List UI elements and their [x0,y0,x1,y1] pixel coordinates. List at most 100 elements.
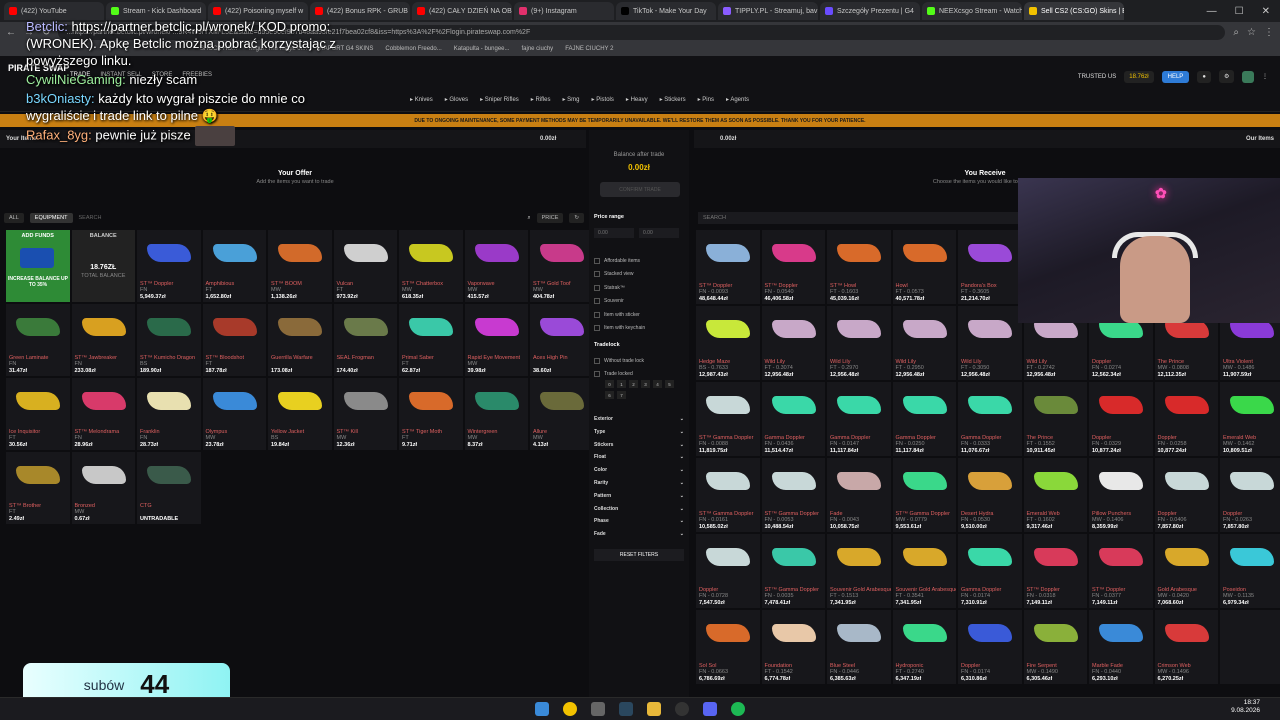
refresh-icon[interactable]: ↻ [569,213,584,223]
browser-tab[interactable]: Szczegóły Prezentu | G4 [820,2,920,20]
app-icon[interactable] [591,702,605,716]
item-card[interactable]: ST™ Gamma Doppler FN - 0.0035 7,478.41zł [761,534,825,608]
browser-tab[interactable]: NEEXcsgo Stream - Watch [922,2,1022,20]
filter-fade[interactable]: Fade ⌄ [594,531,684,544]
item-card[interactable]: ST™ Jawbreaker FN 233.08zł [71,304,135,376]
filter-check-row[interactable]: Trade locked [594,368,644,382]
discord-icon[interactable] [703,702,717,716]
browser-tab[interactable]: (9+) Instagram [514,2,614,20]
obs-icon[interactable] [675,702,689,716]
item-card[interactable]: ST™ Gamma Doppler MW - 0.0779 9,553.61zł [892,458,956,532]
checkbox[interactable] [594,257,600,264]
header-balance[interactable]: 18.76zł [1124,70,1154,83]
lock-day-button[interactable]: 3 [641,380,650,388]
lock-day-button[interactable]: 5 [665,380,674,388]
help-button[interactable]: HELP [1161,70,1190,83]
item-card[interactable]: Foundation FT - 0.1542 6,774.78zł [761,610,825,684]
right-search-input[interactable]: SEARCH [698,212,1018,224]
item-card[interactable]: Howl FT - 0.0573 40,571.78zł [892,230,956,304]
item-card[interactable]: Fade FN - 0.0043 10,058.75zł [827,458,891,532]
category-knives[interactable]: ▸ Knives [410,96,433,103]
star-icon[interactable]: ☆ [1247,27,1256,38]
browser-tab[interactable]: Sell CS2 (CS:GO) Skins | B [1024,2,1124,20]
filter-float[interactable]: Float ⌄ [594,454,684,467]
item-card[interactable]: ST™ Kumicho Dragon BS 189.90zł [137,304,201,376]
item-card[interactable]: ST™ Chatterbox MW 618.35zł [399,230,463,302]
price-sort[interactable]: PRICE [536,213,564,223]
item-card[interactable]: The Prince FT - 0.1552 10,911.45zł [1023,382,1087,456]
item-card[interactable]: ST™ Doppler FN - 0.0377 7,149.11zł [1089,534,1153,608]
filter-check-row[interactable]: Stacked view [594,268,645,282]
item-card[interactable]: Vulcan FT 973.92zł [333,230,397,302]
lock-day-button[interactable]: 2 [629,380,638,388]
item-card[interactable]: Green Laminate FN 31.47zł [6,304,70,376]
item-card[interactable]: ST™ Kill MW 12.36zł [333,378,397,450]
filter-equipment[interactable]: EQUIPMENT [29,213,73,223]
item-card[interactable]: Bronzed MW 0.67zł [71,452,135,524]
item-card[interactable]: Wild Lily FT - 0.2970 12,956.48zł [827,306,891,380]
filter-check-row[interactable]: Statrak™ [594,281,645,295]
item-card[interactable]: Gamma Doppler FN - 0.0436 11,514.47zł [761,382,825,456]
windows-start-icon[interactable] [535,702,549,716]
item-card[interactable]: Emerald Web FT - 0.1602 9,317.46zł [1023,458,1087,532]
back-icon[interactable]: ← [6,27,16,38]
item-card[interactable]: ST™ Bloodshot FT 187.78zł [202,304,266,376]
item-card[interactable]: Doppler FN - 0.0174 6,310.86zł [958,610,1022,684]
item-card[interactable]: SEAL Frogman 174.40zł [333,304,397,376]
item-card[interactable]: ST™ Melondrama FN 28.96zł [71,378,135,450]
steam-icon[interactable] [619,702,633,716]
item-card[interactable]: Poseidon MW - 0.1135 6,979.34zł [1220,534,1280,608]
item-card[interactable]: ST™ BOOM MW 1,138.26zł [268,230,332,302]
bookmark-link[interactable]: FAJNE CIUCHY 2 [565,46,613,52]
checkbox[interactable] [594,271,600,278]
item-card[interactable]: Marble Fade FN - 0.0440 6,293.10zł [1089,610,1153,684]
filter-check-row[interactable]: Without trade lock [594,354,644,368]
item-card[interactable]: Olympus MW 23.78zł [202,378,266,450]
filter-check-row[interactable]: Item with keychain [594,322,645,336]
left-search-icon[interactable]: ⌕ [527,215,530,222]
item-card[interactable]: Pandora's Box FT - 0.3605 21,214.70zł [958,230,1022,304]
item-card[interactable]: Gamma Doppler FN - 0.0174 7,310.91zł [958,534,1022,608]
category-smg[interactable]: ▸ Smg [562,96,579,103]
search-icon[interactable]: ⌕ [1233,27,1239,38]
item-card[interactable]: Souvenir Gold Arabesque FT - 0.1513 7,341.… [827,534,891,608]
item-card[interactable]: Desert Hydra FN - 0.0530 9,510.00zł [958,458,1022,532]
lock-day-button[interactable]: 6 [605,391,614,399]
filter-collection[interactable]: Collection ⌄ [594,506,684,519]
item-card[interactable]: Aces High Pin 38.60zł [530,304,594,376]
checkbox[interactable] [594,357,600,364]
confirm-trade-button[interactable]: CONFIRM TRADE [600,182,680,197]
browser-tab[interactable]: TikTok - Make Your Day [616,2,716,20]
filter-rarity[interactable]: Rarity ⌄ [594,480,684,493]
category-agents[interactable]: ▸ Agents [726,96,749,103]
checkbox[interactable] [594,325,600,332]
filter-stickers[interactable]: Stickers ⌄ [594,442,684,455]
item-card[interactable]: Hedge Maze BS - 0.7633 12,987.43zł [696,306,760,380]
category-rifles[interactable]: ▸ Rifles [531,96,551,103]
lock-day-button[interactable]: 7 [617,391,626,399]
checkbox[interactable] [594,284,600,291]
lock-day-button[interactable]: 4 [653,380,662,388]
item-card[interactable]: Wild Lily FT - 0.3074 12,956.48zł [761,306,825,380]
item-card[interactable]: Gamma Doppler FN - 0.0333 11,076.67zł [958,382,1022,456]
more-icon[interactable]: ⋮ [1262,73,1268,80]
category-pistols[interactable]: ▸ Pistols [592,96,614,103]
menu-icon[interactable]: ⋮ [1264,27,1274,38]
category-gloves[interactable]: ▸ Gloves [445,96,468,103]
item-card[interactable]: Guerrilla Warfare 173.08zł [268,304,332,376]
item-card[interactable]: Yellow Jacket BS 19.84zł [268,378,332,450]
filter-check-row[interactable]: Souvenir [594,295,645,309]
item-card[interactable]: ST™ Doppler FN - 0.0093 48,648.44zł [696,230,760,304]
close-icon[interactable]: ✕ [1262,6,1270,17]
item-card[interactable]: Wintergreen MW 8.37zł [464,378,528,450]
reset-filters-button[interactable]: RESET FILTERS [594,549,684,561]
item-card[interactable]: Amphibious FT 1,652.80zł [202,230,266,302]
item-card[interactable]: Wild Lily FT - 0.3050 12,956.48zł [958,306,1022,380]
item-card[interactable]: Rapid Eye Movement MW 39.98zł [464,304,528,376]
item-card[interactable]: Doppler FN - 0.0263 7,857.80zł [1220,458,1280,532]
filter-exterior[interactable]: Exterior ⌄ [594,416,684,429]
item-card[interactable]: Gamma Doppler FN - 0.0250 11,117.84zł [892,382,956,456]
item-card[interactable]: ST™ Howl FT - 0.1603 45,039.16zł [827,230,891,304]
item-card[interactable]: Allure MW 4.13zł [530,378,594,450]
item-card[interactable]: ST™ Gold Toof MW 404.78zł [530,230,594,302]
